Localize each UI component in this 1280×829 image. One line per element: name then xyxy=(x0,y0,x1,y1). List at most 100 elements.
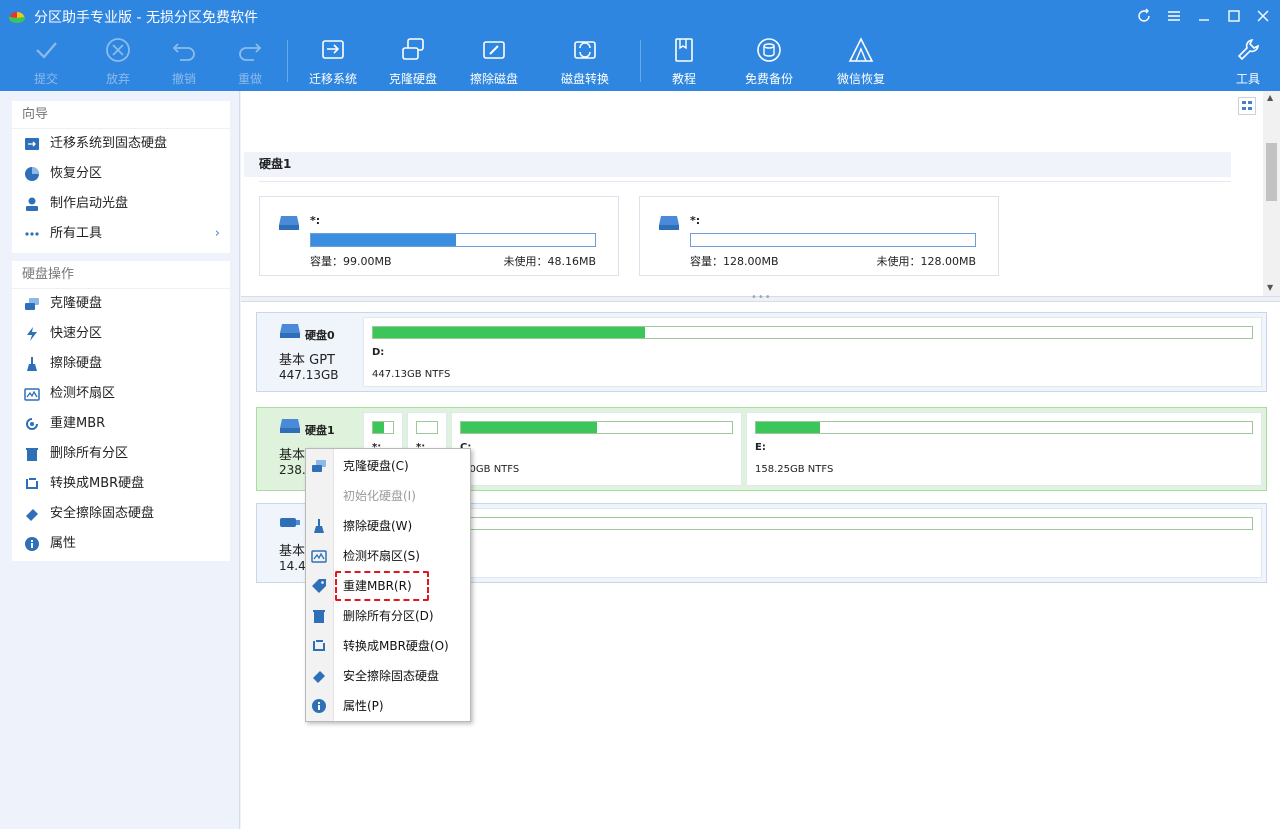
redo-icon xyxy=(239,43,262,61)
minimize-icon[interactable] xyxy=(1194,6,1214,26)
disk-icon xyxy=(280,324,300,338)
disk-convert-icon xyxy=(574,41,596,59)
user-disc-icon xyxy=(26,197,38,211)
wechat-recovery-icon xyxy=(848,37,874,62)
migrate-icon xyxy=(25,138,39,150)
wipe-disk-button[interactable]: 擦除磁盘 xyxy=(465,36,523,88)
disk-row[interactable]: 硬盘0 基本 GPT 447.13GB D: 447.13GB NTFS xyxy=(256,312,1267,392)
chevron-right-icon: › xyxy=(214,226,220,241)
wechat-recovery-button[interactable]: 微信恢复 xyxy=(832,36,890,88)
tools-button[interactable]: 工具 xyxy=(1228,36,1268,88)
context-menu: 克隆硬盘(C) 初始化硬盘(I) 擦除硬盘(W) 检测坏扇区(S) 重建MBR(… xyxy=(305,448,471,722)
partition-card[interactable]: *: 容量：128.00MB 未使用：128.00MB xyxy=(639,196,999,276)
clone-disk-button[interactable]: 克隆硬盘 xyxy=(384,36,442,88)
menu-icon[interactable] xyxy=(1164,6,1184,26)
clone-disk-icon xyxy=(402,38,424,60)
refresh-icon[interactable] xyxy=(1134,6,1154,26)
sidebar-item-delete-all[interactable]: 删除所有分区 xyxy=(12,439,230,469)
usage-bar xyxy=(372,326,1253,339)
migrate-icon xyxy=(322,40,344,59)
book-icon xyxy=(675,38,693,62)
migrate-system-button[interactable]: 迁移系统 xyxy=(304,36,362,88)
scroll-up-icon[interactable]: ▲ xyxy=(1267,93,1273,102)
scroll-down-icon[interactable]: ▼ xyxy=(1267,283,1273,292)
menu-item-bad-sector[interactable]: 检测坏扇区(S) xyxy=(306,541,472,571)
trash-icon xyxy=(26,448,38,461)
cancel-circle-icon xyxy=(106,38,130,62)
partition-block[interactable] xyxy=(363,508,1262,578)
eraser-icon xyxy=(26,509,38,521)
sidebar-item-properties[interactable]: 属性 xyxy=(12,529,230,559)
partition-block[interactable]: C: .00GB NTFS xyxy=(451,412,742,486)
menu-item-wipe-disk[interactable]: 擦除硬盘(W) xyxy=(306,511,472,541)
title-bar: 分区助手专业版 - 无损分区免费软件 xyxy=(0,0,1280,32)
usage-bar xyxy=(310,233,596,247)
usage-bar xyxy=(372,517,1253,530)
usage-bar xyxy=(690,233,976,247)
disk-icon xyxy=(659,216,679,230)
partition-block[interactable]: E: 158.25GB NTFS xyxy=(746,412,1262,486)
disk-convert-button[interactable]: 磁盘转换 xyxy=(556,36,614,88)
menu-item-delete-all[interactable]: 删除所有分区(D) xyxy=(306,601,472,631)
partition-card[interactable]: *: 容量：99.00MB 未使用：48.16MB xyxy=(259,196,619,276)
divider xyxy=(259,181,1231,182)
partition-block[interactable]: D: 447.13GB NTFS xyxy=(363,317,1262,387)
info-icon xyxy=(312,699,326,713)
partition-detail-pane: 硬盘1 *: 容量：99.00MB 未使用：48.16MB *: 容量：128.… xyxy=(241,91,1280,297)
undo-icon xyxy=(172,43,195,61)
sidebar-item-quick-partition[interactable]: 快速分区 xyxy=(12,319,230,349)
usage-bar xyxy=(755,421,1253,434)
scan-icon xyxy=(24,388,40,401)
info-icon xyxy=(25,537,39,551)
sidebar-item-clone-disk[interactable]: 克隆硬盘 xyxy=(12,289,230,319)
disk-icon xyxy=(280,419,300,433)
selected-disk-title: 硬盘1 xyxy=(244,152,1231,177)
backup-icon xyxy=(757,38,781,62)
menu-item-clone-disk[interactable]: 克隆硬盘(C) xyxy=(306,451,472,481)
usage-bar xyxy=(372,421,394,434)
menu-item-secure-erase[interactable]: 安全擦除固态硬盘 xyxy=(306,661,472,691)
check-icon xyxy=(36,42,57,59)
rebuild-icon xyxy=(26,418,38,430)
menu-item-rebuild-mbr[interactable]: 重建MBR(R) xyxy=(306,571,472,601)
undo-button[interactable]: 撤销 xyxy=(160,36,208,88)
usage-bar-fill xyxy=(373,422,384,433)
redo-button[interactable]: 重做 xyxy=(226,36,274,88)
toolbar: 提交 放弃 撤销 重做 迁移系统 克隆硬盘 擦除磁盘 磁盘转换 教程 免费备份 … xyxy=(0,32,1280,91)
broom-icon xyxy=(27,357,37,371)
sidebar: 向导 迁移系统到固态硬盘 恢复分区 制作启动光盘 所有工具 › 硬盘操作 克隆硬… xyxy=(0,91,240,829)
tutorial-button[interactable]: 教程 xyxy=(660,36,708,88)
sidebar-item-migrate-ssd[interactable]: 迁移系统到固态硬盘 xyxy=(12,129,230,159)
disk-operations-panel: 硬盘操作 克隆硬盘 快速分区 擦除硬盘 检测坏扇区 重建MBR 删除所有分区 转… xyxy=(12,261,230,561)
sidebar-item-recover-partition[interactable]: 恢复分区 xyxy=(12,159,230,189)
wrench-icon xyxy=(1237,39,1259,61)
convert-icon xyxy=(313,640,325,651)
pane-splitter[interactable]: ••• xyxy=(241,292,1280,303)
free-backup-button[interactable]: 免费备份 xyxy=(740,36,798,88)
sidebar-item-bad-sector[interactable]: 检测坏扇区 xyxy=(12,379,230,409)
sidebar-item-wipe-disk[interactable]: 擦除硬盘 xyxy=(12,349,230,379)
app-logo-icon xyxy=(9,12,25,23)
tag-icon xyxy=(312,579,326,593)
close-icon[interactable] xyxy=(1253,6,1273,26)
pie-icon xyxy=(25,167,39,181)
scroll-thumb[interactable] xyxy=(1266,143,1277,201)
discard-button[interactable]: 放弃 xyxy=(94,36,142,88)
sidebar-item-secure-erase[interactable]: 安全擦除固态硬盘 xyxy=(12,499,230,529)
layout-toggle-icon[interactable] xyxy=(1238,97,1256,115)
sidebar-item-boot-disc[interactable]: 制作启动光盘 xyxy=(12,189,230,219)
menu-item-init-disk: 初始化硬盘(I) xyxy=(343,489,416,503)
usage-bar-fill xyxy=(461,422,597,433)
maximize-icon[interactable] xyxy=(1224,6,1244,26)
toolbar-separator xyxy=(640,40,641,82)
usage-bar-fill xyxy=(373,327,646,338)
submit-button[interactable]: 提交 xyxy=(22,36,70,88)
scan-icon xyxy=(311,550,327,563)
menu-item-properties[interactable]: 属性(P) xyxy=(306,691,472,721)
menu-item-convert-mbr[interactable]: 转换成MBR硬盘(O) xyxy=(306,631,472,661)
eraser-icon xyxy=(313,671,325,683)
sidebar-item-convert-mbr[interactable]: 转换成MBR硬盘 xyxy=(12,469,230,499)
sidebar-item-rebuild-mbr[interactable]: 重建MBR xyxy=(12,409,230,439)
vertical-scrollbar[interactable]: ▲ ▼ xyxy=(1263,91,1280,297)
sidebar-item-all-tools[interactable]: 所有工具 › xyxy=(12,219,230,249)
